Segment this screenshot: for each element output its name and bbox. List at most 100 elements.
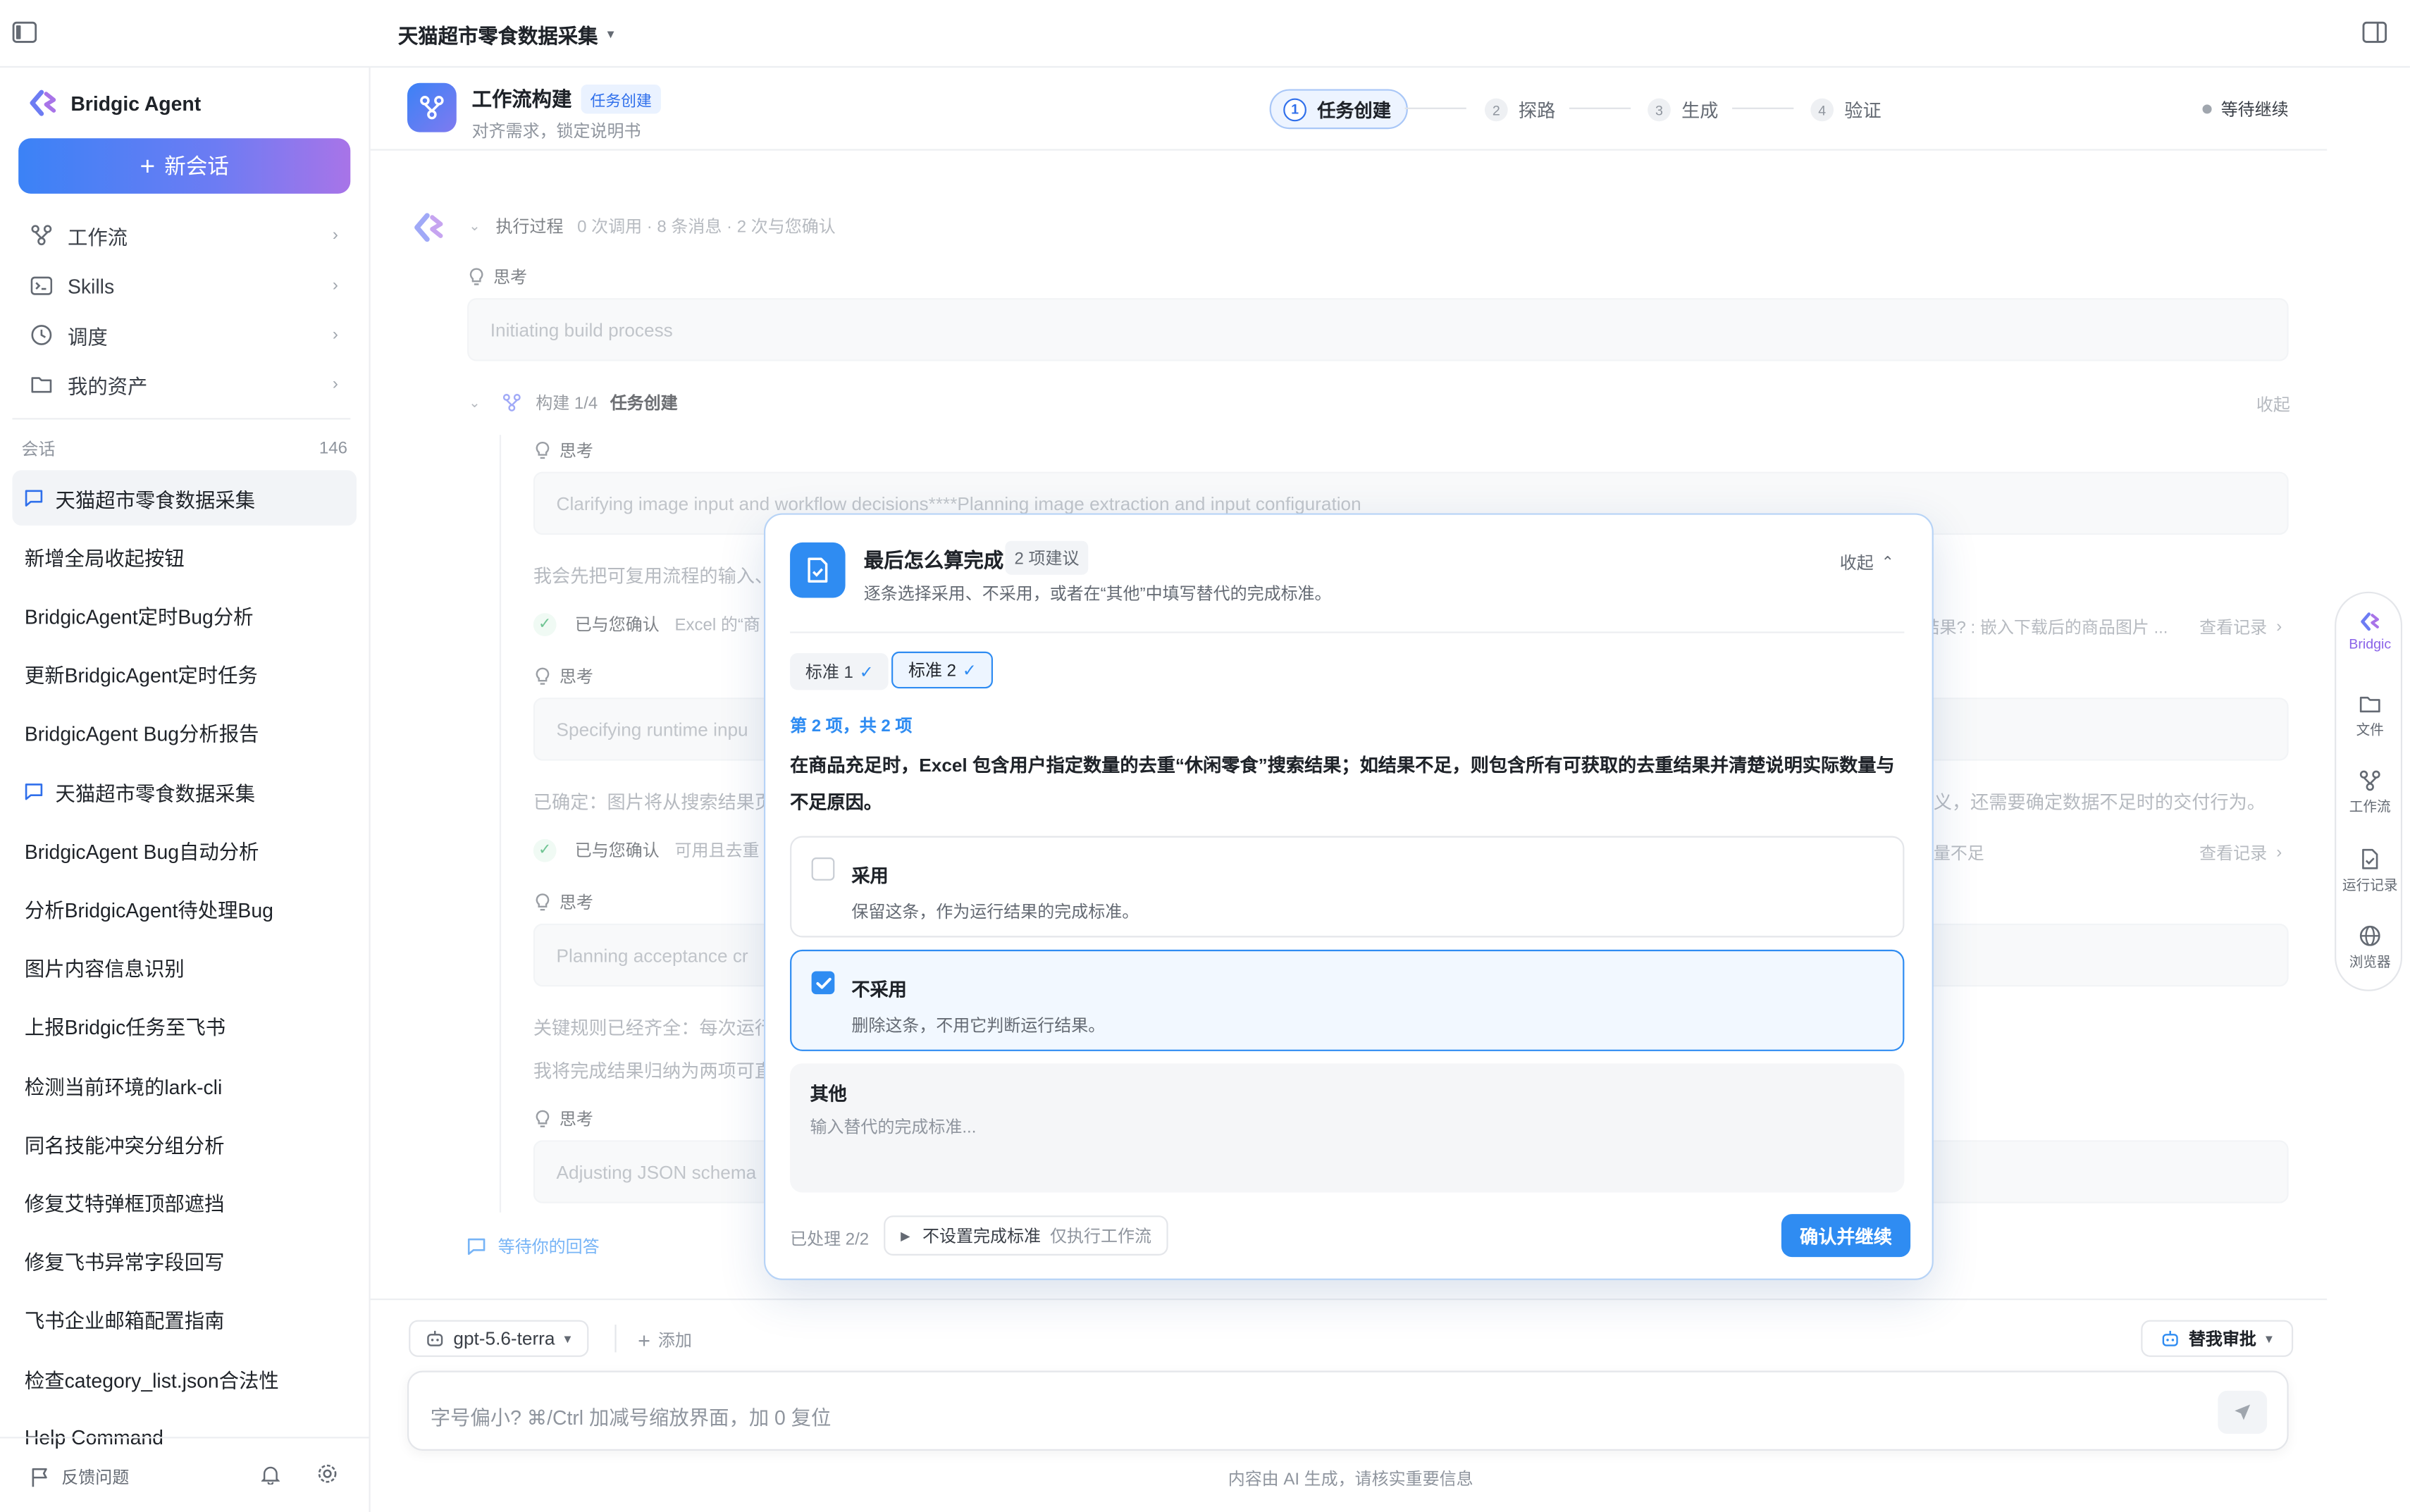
workflow-icon [2359,770,2380,791]
rail-item-label: 工作流 [2349,799,2391,814]
message-input[interactable]: 字号偏小? ⌘/Ctrl 加减号缩放界面，加 0 复位 [431,1401,832,1430]
tab-standard-2[interactable]: 标准 2 ✓ [891,651,994,689]
dialog-subtitle: 逐条选择采用、不采用，或者在“其他”中填写替代的完成标准。 [863,585,1332,605]
session-item[interactable]: 飞书企业邮箱配置指南 [12,1292,357,1348]
session-item[interactable]: 同名技能冲突分组分析 [12,1116,357,1172]
rail-item-files[interactable]: 文件 [2336,693,2404,739]
session-label: 天猫超市零食数据采集 [55,781,256,805]
right-rail: Bridgic 文件 工作流 运行记录 浏览器 [2335,591,2404,991]
chevron-down-icon: ▾ [607,26,614,42]
rail-item-label: 浏览器 [2349,954,2391,970]
step-3[interactable]: 3 生成 [1648,97,1719,123]
model-selector[interactable]: gpt-5.6-terra ▾ [409,1320,588,1357]
message-icon [25,489,43,507]
session-label: 同名技能冲突分组分析 [24,1133,225,1157]
sessions-header: 会话 146 [22,436,347,461]
session-label: BridgicAgent Bug分析报告 [24,722,259,746]
session-label: BridgicAgent Bug自动分析 [24,840,259,864]
rail-item-workflow[interactable]: 工作流 [2336,770,2404,816]
no-standard-button[interactable]: ▶ 不设置完成标准 仅执行工作流 [884,1215,1168,1256]
session-item[interactable]: 天猫超市零食数据采集 [12,470,357,526]
feedback-button[interactable]: 反馈问题 [31,1465,130,1489]
folder-icon [31,373,53,395]
chevron-right-icon: › [332,225,338,244]
new-chat-button[interactable]: + 新会话 [18,138,351,194]
toggle-panel-icon[interactable] [2362,21,2387,44]
gear-icon[interactable] [316,1463,338,1485]
option-reject[interactable]: 不采用 删除这条，不用它判断运行结果。 [790,949,1905,1051]
collapse-label: 收起 [1839,554,1874,574]
divider [614,1325,617,1353]
step-number: 3 [1648,98,1671,122]
send-button[interactable] [2218,1390,2268,1434]
feedback-label: 反馈问题 [61,1469,130,1488]
checkbox-checked[interactable] [811,971,835,995]
sidebar-item-skills[interactable]: Skills › [18,263,350,309]
confirm-continue-button[interactable]: 确认并继续 [1781,1214,1911,1258]
add-label: 添加 [657,1332,692,1351]
globe-icon [2359,925,2380,946]
play-icon: ▶ [901,1228,910,1243]
rail-item-label: 运行记录 [2342,877,2398,893]
sidebar-item-workflow[interactable]: 工作流 › [18,212,350,258]
option-adopt[interactable]: 采用 保留这条，作为运行结果的完成标准。 [790,836,1905,938]
sidebar: Bridgic Agent + 新会话 工作流 › Skills › 调度 › … [0,67,371,1512]
workflow-title: 工作流构建 [471,87,572,111]
tab-label: 标准 1 [805,664,853,683]
session-item[interactable]: 修复艾特弹框顶部遮挡 [12,1175,357,1230]
window-title[interactable]: 天猫超市零食数据采集 ▾ [398,20,614,49]
session-item[interactable]: 新增全局收起按钮 [12,529,357,585]
step-connector [1404,107,1466,109]
session-item[interactable]: 分析BridgicAgent待处理Bug [12,881,357,937]
bridgic-logo-icon [27,89,58,117]
flag-icon [31,1467,49,1487]
chevron-down-icon: ▾ [564,1330,571,1346]
session-item[interactable]: 上报Bridgic任务至飞书 [12,998,357,1054]
session-item[interactable]: BridgicAgent Bug自动分析 [12,822,357,878]
rail-item-browser[interactable]: 浏览器 [2336,925,2404,971]
no-standard-label: 不设置完成标准 [922,1227,1041,1246]
workflow-subtitle: 对齐需求，锁定说明书 [471,123,641,142]
sidebar-item-assets[interactable]: 我的资产 › [18,361,350,407]
top-bar: 天猫超市零食数据采集 ▾ [0,0,2410,68]
checkbox[interactable] [811,857,835,881]
option-title: 采用 [851,865,889,887]
session-item[interactable]: 修复飞书异常字段回写 [12,1234,357,1289]
robot-icon [426,1330,444,1348]
chevron-up-icon: ⌃ [1881,554,1894,571]
bell-icon[interactable] [261,1465,280,1485]
session-item[interactable]: 图片内容信息识别 [12,940,357,996]
step-label: 任务创建 [1317,99,1391,121]
new-chat-label: 新会话 [164,154,229,179]
message-icon [25,782,43,800]
session-item[interactable]: BridgicAgent Bug分析报告 [12,705,357,761]
rail-item-bridgic[interactable]: Bridgic [2336,612,2404,652]
other-criteria-input[interactable]: 输入替代的完成标准... [810,1114,1886,1139]
sidebar-item-schedule[interactable]: 调度 › [18,312,350,358]
chevron-down-icon: ▾ [2265,1330,2273,1346]
add-attachment-button[interactable]: + 添加 [638,1327,692,1352]
auto-approve-selector[interactable]: 替我审批 ▾ [2141,1320,2293,1357]
step-4[interactable]: 4 验证 [1810,97,1881,123]
dialog-collapse-button[interactable]: 收起 ⌃ [1840,550,1894,575]
auto-approve-label: 替我审批 [2188,1330,2256,1350]
session-label: BridgicAgent定时Bug分析 [24,605,254,628]
rail-item-run-records[interactable]: 运行记录 [2336,848,2404,894]
session-label: 上报Bridgic任务至飞书 [24,1016,226,1040]
tab-standard-1[interactable]: 标准 1 ✓ [790,652,889,690]
session-item[interactable]: 天猫超市零食数据采集 [12,764,357,819]
brand-name: Bridgic Agent [70,91,202,115]
session-item[interactable]: 检查category_list.json合法性 [12,1351,357,1406]
workflow-status: 等待继续 [2202,97,2289,121]
session-label: 修复艾特弹框顶部遮挡 [24,1192,225,1216]
chevron-right-icon: › [332,375,338,394]
session-label: 更新BridgicAgent定时任务 [24,664,258,688]
session-item[interactable]: 检测当前环境的lark-cli [12,1058,357,1113]
step-2[interactable]: 2 探路 [1484,97,1555,123]
step-1[interactable]: 1 任务创建 [1269,89,1408,130]
session-label: 检测当前环境的lark-cli [24,1074,223,1098]
session-item[interactable]: 更新BridgicAgent定时任务 [12,646,357,702]
toggle-sidebar-icon[interactable] [12,21,37,44]
session-item[interactable]: BridgicAgent定时Bug分析 [12,588,357,643]
chevron-right-icon: › [332,326,338,345]
